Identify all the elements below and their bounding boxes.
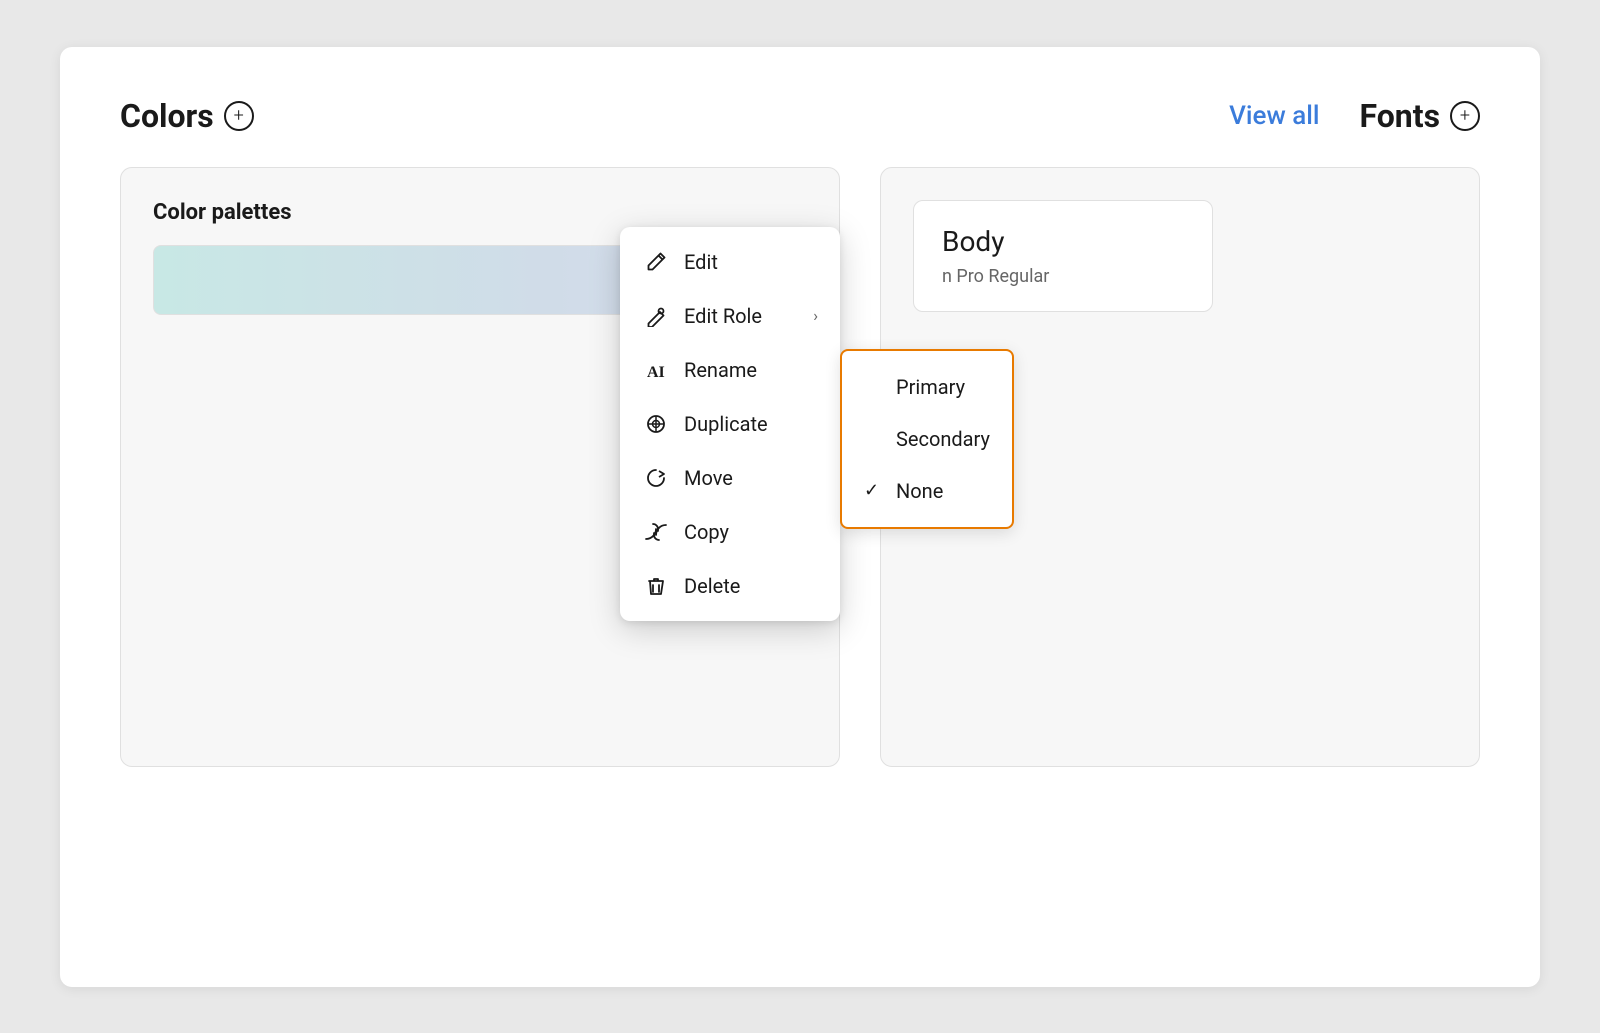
secondary-label: Secondary — [896, 427, 990, 451]
pencil-role-icon — [642, 302, 670, 330]
check-none-icon: ✓ — [864, 480, 884, 501]
check-primary-icon — [864, 376, 884, 397]
role-submenu: Primary Secondary ✓ None — [840, 349, 1014, 529]
primary-label: Primary — [896, 375, 965, 399]
fonts-section-title: Fonts + — [1360, 97, 1481, 135]
menu-item-move[interactable]: Move — [620, 451, 840, 505]
pencil-icon — [642, 248, 670, 276]
edit-label: Edit — [684, 250, 818, 274]
trash-icon — [642, 572, 670, 600]
copy-label: Copy — [684, 520, 818, 544]
move-label: Move — [684, 466, 818, 490]
duplicate-icon — [642, 410, 670, 438]
delete-label: Delete — [684, 574, 818, 598]
check-secondary-icon — [864, 428, 884, 449]
menu-item-edit[interactable]: Edit — [620, 235, 840, 289]
fonts-title-text: Fonts — [1360, 97, 1441, 135]
submenu-arrow-icon: › — [813, 306, 818, 325]
copy-icon — [642, 518, 670, 546]
move-icon — [642, 464, 670, 492]
font-item-card: Body n Pro Regular — [913, 200, 1213, 312]
add-colors-button[interactable]: + — [224, 101, 254, 131]
edit-role-label: Edit Role — [684, 304, 799, 328]
view-all-link[interactable]: View all — [1229, 101, 1319, 131]
svg-text:AI: AI — [647, 364, 665, 381]
main-container: Colors + View all Fonts + Color palettes… — [60, 47, 1540, 987]
menu-item-rename[interactable]: AI Rename — [620, 343, 840, 397]
top-header: Colors + View all Fonts + — [120, 97, 1480, 135]
ai-text-icon: AI — [642, 356, 670, 384]
color-palettes-title: Color palettes — [153, 200, 807, 225]
rename-label: Rename — [684, 358, 818, 382]
add-fonts-button[interactable]: + — [1450, 101, 1480, 131]
none-label: None — [896, 479, 943, 503]
submenu-item-secondary[interactable]: Secondary — [842, 413, 1012, 465]
font-item-subtitle: n Pro Regular — [942, 266, 1184, 287]
menu-item-copy[interactable]: Copy — [620, 505, 840, 559]
context-menu: Edit Edit Role › Primary Seconda — [620, 227, 840, 621]
menu-item-duplicate[interactable]: Duplicate — [620, 397, 840, 451]
font-item-title: Body — [942, 225, 1184, 258]
fonts-section: Body n Pro Regular — [880, 167, 1480, 927]
submenu-item-none[interactable]: ✓ None — [842, 465, 1012, 517]
duplicate-label: Duplicate — [684, 412, 818, 436]
menu-item-delete[interactable]: Delete — [620, 559, 840, 613]
colors-title-text: Colors — [120, 97, 214, 135]
colors-section-title: Colors + — [120, 97, 254, 135]
submenu-item-primary[interactable]: Primary — [842, 361, 1012, 413]
menu-item-edit-role[interactable]: Edit Role › Primary Secondary ✓ None — [620, 289, 840, 343]
